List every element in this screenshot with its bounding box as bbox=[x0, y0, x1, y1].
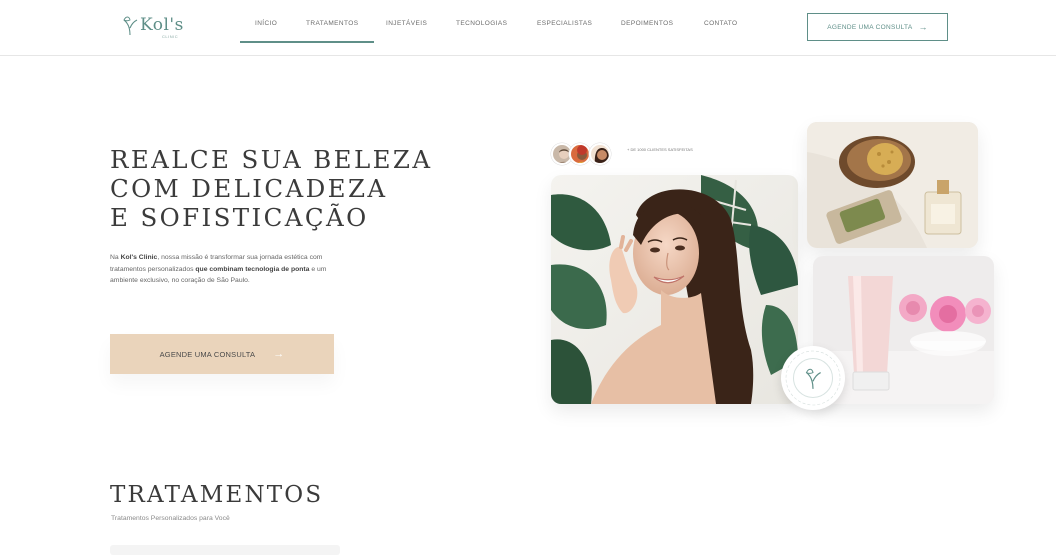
spa-products-illustration bbox=[807, 122, 978, 248]
top-navbar: Kol's CLINIC INÍCIO TRATAMENTOS INJETÁVE… bbox=[0, 0, 1056, 56]
hero-schedule-button[interactable]: AGENDE UMA CONSULTA → bbox=[110, 334, 334, 374]
hero-text-highlight: que combinam tecnologia de ponta bbox=[195, 265, 310, 273]
hero-text-part: Na bbox=[110, 254, 121, 261]
nav-item-contato[interactable]: CONTATO bbox=[704, 20, 738, 27]
nav-item-injetaveis[interactable]: INJETÁVEIS bbox=[386, 20, 427, 27]
logo-subtitle: CLINIC bbox=[162, 34, 179, 39]
testimonial-caption: + DE 1000 CLIENTES SATISFEITAS bbox=[627, 147, 693, 152]
person-icon bbox=[594, 148, 609, 163]
woman-portrait-illustration bbox=[551, 175, 798, 404]
hero-title-line: E SOFISTICAÇÃO bbox=[110, 203, 369, 232]
nav-item-depoimentos[interactable]: DEPOIMENTOS bbox=[621, 20, 673, 27]
badge-ring-text-icon bbox=[785, 350, 841, 406]
nav-schedule-button[interactable]: AGENDE UMA CONSULTA → bbox=[807, 13, 948, 41]
avatar bbox=[569, 143, 591, 165]
hero-title-line: REALCE SUA BELEZA bbox=[110, 145, 433, 174]
hero-portrait-image bbox=[551, 175, 798, 404]
logo-text: Kol's bbox=[140, 14, 184, 35]
nav-item-inicio[interactable]: INÍCIO bbox=[255, 20, 277, 27]
section-title: TRATAMENTOS bbox=[110, 482, 324, 508]
nav-item-tecnologias[interactable]: TECNOLOGIAS bbox=[456, 20, 507, 27]
leaf-icon bbox=[123, 16, 138, 36]
treatment-card-placeholder bbox=[110, 545, 340, 555]
nav-item-especialistas[interactable]: ESPECIALISTAS bbox=[537, 20, 592, 27]
hero-title: REALCE SUA BELEZA COM DELICADEZA E SOFIS… bbox=[110, 145, 450, 232]
person-icon bbox=[576, 145, 588, 163]
hero-description: Na Kol's Clinic, nossa missão é transfor… bbox=[110, 252, 350, 287]
nav-schedule-label: AGENDE UMA CONSULTA bbox=[827, 23, 913, 31]
hero-schedule-label: AGENDE UMA CONSULTA bbox=[159, 349, 256, 359]
hero-title-line: COM DELICADEZA bbox=[110, 174, 388, 203]
active-tab-indicator bbox=[240, 41, 374, 43]
arrow-right-icon: → bbox=[273, 348, 285, 360]
arrow-right-icon: → bbox=[918, 21, 928, 32]
nav-item-tratamentos[interactable]: TRATAMENTOS bbox=[306, 20, 358, 27]
logo[interactable]: Kol's CLINIC bbox=[122, 10, 192, 40]
hero-text-brand: Kol's Clinic bbox=[120, 254, 158, 261]
section-subtitle: Tratamentos Personalizados para Você bbox=[111, 515, 230, 522]
clinic-seal-badge bbox=[781, 346, 845, 410]
client-avatars: + DE 1000 CLIENTES SATISFEITAS bbox=[551, 143, 711, 171]
spa-products-image bbox=[807, 122, 978, 248]
avatar bbox=[589, 143, 611, 165]
